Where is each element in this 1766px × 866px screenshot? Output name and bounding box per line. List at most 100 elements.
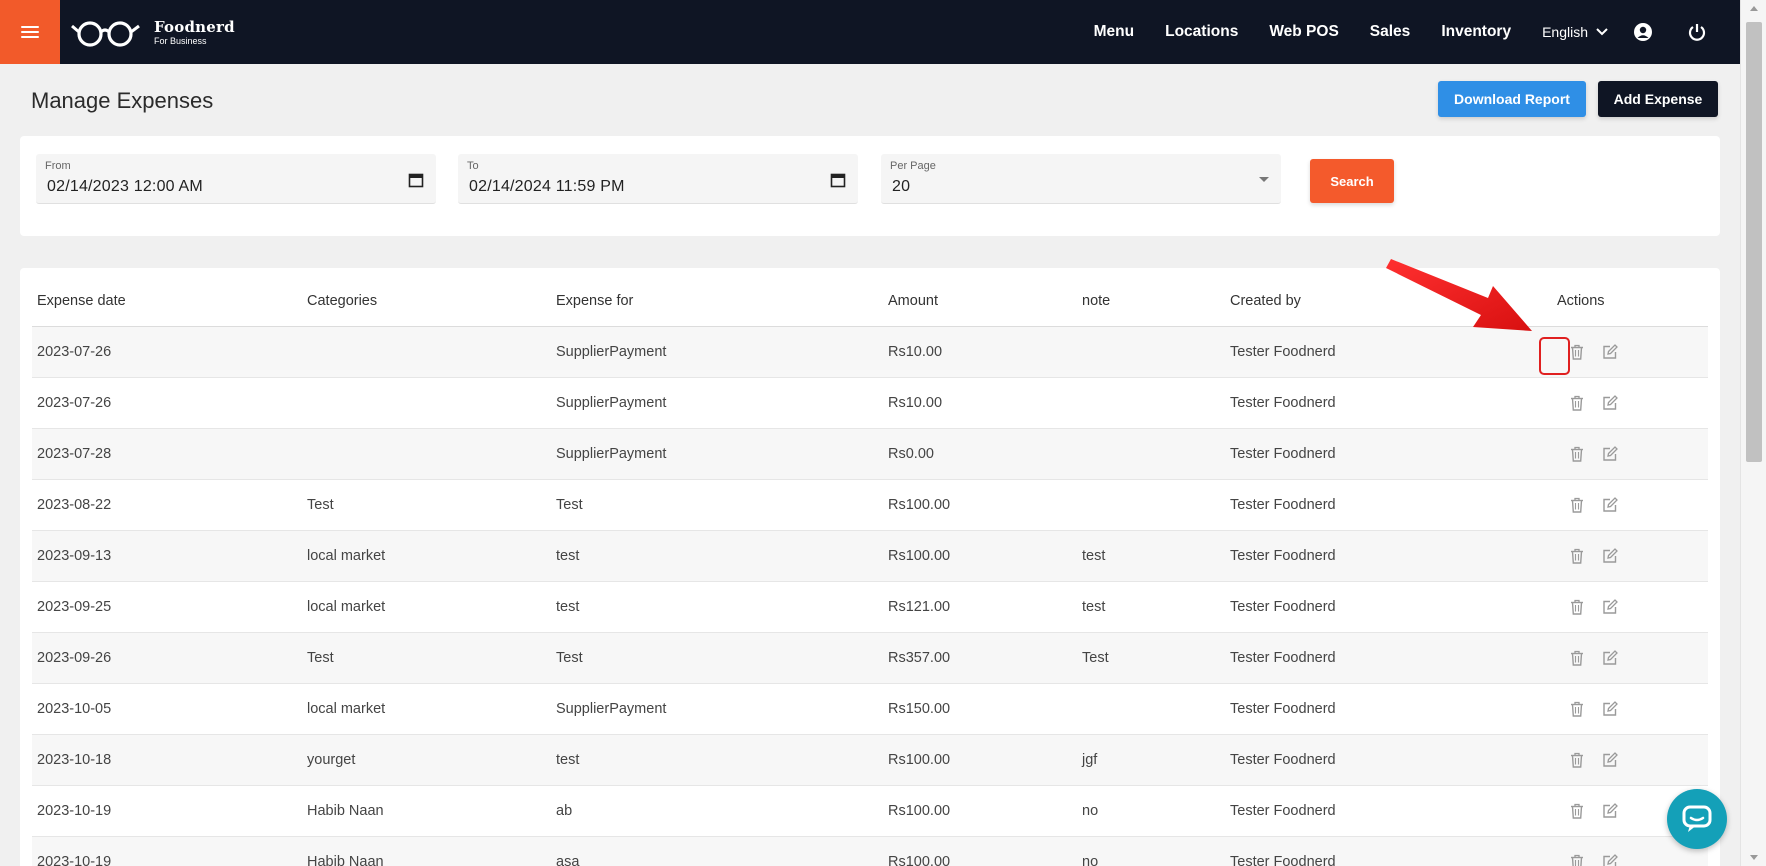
add-expense-button[interactable]: Add Expense [1598, 81, 1718, 117]
search-button[interactable]: Search [1310, 159, 1394, 203]
user-icon [1634, 23, 1652, 41]
table-row: 2023-10-18 yourget test Rs100.00 jgf Tester F… [32, 734, 1708, 786]
edit-button[interactable] [1600, 750, 1619, 769]
row-actions [1553, 495, 1708, 514]
chat-bubble-icon [1682, 805, 1712, 832]
cell-created-by: Tester Foodnerd [1225, 734, 1548, 786]
cell-amount: Rs121.00 [883, 581, 1077, 633]
cell-actions [1548, 734, 1708, 786]
delete-button[interactable] [1567, 801, 1586, 820]
power-icon [1688, 24, 1706, 41]
calendar-icon[interactable] [830, 172, 846, 188]
nav-locations[interactable]: Locations [1165, 23, 1238, 41]
edit-button[interactable] [1600, 393, 1619, 412]
delete-button[interactable] [1567, 852, 1586, 866]
nav-inventory[interactable]: Inventory [1441, 23, 1511, 41]
delete-button[interactable] [1567, 648, 1586, 667]
cell-category: yourget [302, 734, 551, 786]
edit-button[interactable] [1600, 801, 1619, 820]
brand-logo[interactable]: Foodnerd For Business [70, 16, 235, 50]
per-page-select[interactable]: Per Page 20 [881, 154, 1281, 204]
col-amount[interactable]: Amount [883, 268, 1077, 327]
trash-icon [1570, 599, 1583, 615]
cell-category: local market [302, 530, 551, 582]
delete-button[interactable] [1567, 750, 1586, 769]
to-date-field[interactable]: To 02/14/2024 11:59 PM [458, 154, 858, 204]
cell-actions [1548, 581, 1708, 633]
scroll-up-arrow[interactable] [1750, 6, 1758, 11]
scroll-down-arrow[interactable] [1750, 855, 1758, 860]
language-label: English [1542, 24, 1588, 40]
edit-button[interactable] [1600, 699, 1619, 718]
trash-icon [1570, 803, 1583, 819]
col-categories[interactable]: Categories [302, 268, 551, 327]
edit-button[interactable] [1600, 648, 1619, 667]
cell-created-by: Tester Foodnerd [1225, 479, 1548, 531]
delete-button[interactable] [1567, 699, 1586, 718]
delete-button[interactable] [1567, 495, 1586, 514]
cell-expense-date: 2023-07-26 [32, 326, 302, 378]
user-account-button[interactable] [1632, 21, 1654, 43]
per-page-label: Per Page [890, 160, 936, 172]
edit-icon [1602, 700, 1618, 716]
col-note[interactable]: note [1077, 268, 1225, 327]
from-date-field[interactable]: From 02/14/2023 12:00 AM [36, 154, 436, 204]
top-navbar: Foodnerd For Business Menu Locations Web… [0, 0, 1740, 64]
to-value: 02/14/2024 11:59 PM [469, 178, 625, 195]
edit-icon [1602, 853, 1618, 866]
table-row: 2023-08-22 Test Test Rs100.00 Tester Foodner… [32, 479, 1708, 531]
cell-category: Habib Naan [302, 836, 551, 866]
edit-icon [1602, 394, 1618, 410]
edit-button[interactable] [1600, 444, 1619, 463]
scroll-thumb[interactable] [1746, 22, 1762, 462]
delete-button[interactable] [1567, 393, 1586, 412]
delete-button[interactable] [1567, 597, 1586, 616]
cell-actions [1548, 479, 1708, 531]
cell-category [302, 377, 551, 429]
delete-button[interactable] [1567, 444, 1586, 463]
edit-button[interactable] [1600, 342, 1619, 361]
cell-expense-for: Test [551, 479, 883, 531]
page-scrollbar[interactable] [1740, 0, 1766, 866]
delete-button[interactable] [1567, 546, 1586, 565]
cell-amount: Rs100.00 [883, 734, 1077, 786]
chat-widget-button[interactable] [1667, 789, 1727, 849]
edit-button[interactable] [1600, 546, 1619, 565]
row-actions [1553, 852, 1708, 866]
download-report-button[interactable]: Download Report [1438, 81, 1586, 117]
cell-actions [1548, 530, 1708, 582]
cell-category: local market [302, 683, 551, 735]
cell-category: Test [302, 479, 551, 531]
cell-note [1077, 377, 1225, 429]
cell-created-by: Tester Foodnerd [1225, 530, 1548, 582]
edit-button[interactable] [1600, 495, 1619, 514]
cell-expense-date: 2023-07-26 [32, 377, 302, 429]
hamburger-menu-button[interactable] [0, 0, 60, 64]
cell-created-by: Tester Foodnerd [1225, 377, 1548, 429]
edit-button[interactable] [1600, 852, 1619, 866]
cell-created-by: Tester Foodnerd [1225, 632, 1548, 684]
cell-created-by: Tester Foodnerd [1225, 581, 1548, 633]
table-row: 2023-07-28 SupplierPayment Rs0.00 Tester Fo… [32, 428, 1708, 480]
calendar-icon[interactable] [408, 172, 424, 188]
nav-web-pos[interactable]: Web POS [1269, 23, 1338, 41]
cell-expense-for: test [551, 734, 883, 786]
page-title: Manage Expenses [31, 88, 214, 113]
cell-note [1077, 428, 1225, 480]
cell-amount: Rs10.00 [883, 377, 1077, 429]
table-row: 2023-10-05 local market SupplierPayment Rs1… [32, 683, 1708, 735]
edit-button[interactable] [1600, 597, 1619, 616]
row-actions [1553, 597, 1708, 616]
cell-expense-date: 2023-08-22 [32, 479, 302, 531]
nav-sales[interactable]: Sales [1370, 23, 1411, 41]
nav-menu[interactable]: Menu [1094, 23, 1134, 41]
language-selector[interactable]: English [1542, 24, 1608, 40]
logout-button[interactable] [1686, 21, 1708, 43]
col-expense-for[interactable]: Expense for [551, 268, 883, 327]
cell-amount: Rs100.00 [883, 479, 1077, 531]
cell-amount: Rs0.00 [883, 428, 1077, 480]
cell-expense-date: 2023-09-25 [32, 581, 302, 633]
col-expense-date[interactable]: Expense date [32, 268, 302, 327]
trash-icon [1570, 548, 1583, 564]
to-label: To [467, 160, 479, 172]
